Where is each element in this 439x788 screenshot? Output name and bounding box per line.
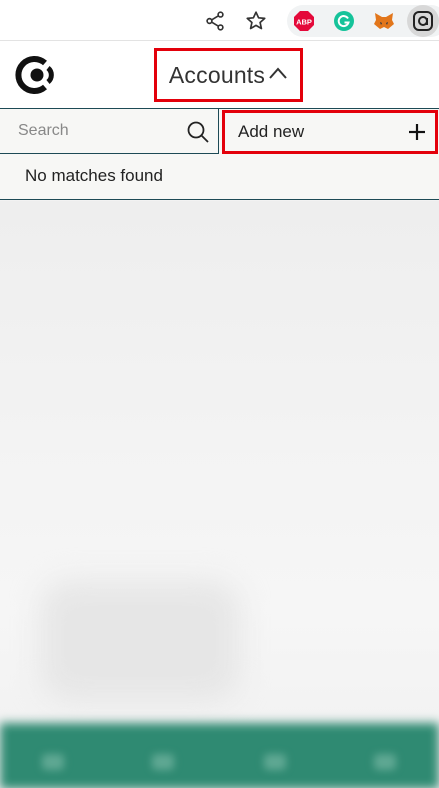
accounts-dropdown-panel: Add new No matches found — [0, 108, 439, 200]
search-icon[interactable] — [186, 120, 210, 144]
add-new-account-button[interactable]: Add new — [222, 110, 438, 154]
blurred-background — [0, 201, 439, 788]
extensions-group: ABP — [287, 5, 439, 37]
blurred-bottom-nav — [0, 723, 439, 788]
accounts-label: Accounts — [168, 61, 266, 88]
star-icon[interactable] — [244, 9, 268, 33]
add-new-label: Add new — [238, 122, 305, 141]
empty-results-message: No matches found — [25, 166, 163, 185]
wallet-extension-icon — [413, 11, 433, 31]
adblock-plus-icon[interactable]: ABP — [293, 10, 315, 32]
share-icon[interactable] — [204, 10, 226, 32]
wallet-logo-icon — [15, 56, 54, 94]
plus-icon — [409, 124, 425, 140]
browser-toolbar: ABP — [0, 0, 439, 41]
blurred-nav-icon — [374, 754, 396, 770]
metamask-icon[interactable] — [373, 10, 395, 32]
chevron-up-icon — [269, 67, 287, 79]
abp-label: ABP — [296, 18, 312, 27]
search-input[interactable] — [12, 117, 184, 145]
blurred-nav-icon — [42, 754, 64, 770]
accounts-dropdown-toggle[interactable]: Accounts — [154, 48, 303, 102]
wallet-header: Accounts — [0, 41, 439, 108]
grammarly-icon[interactable] — [333, 10, 355, 32]
blurred-nav-icon — [152, 754, 174, 770]
search-box — [0, 109, 219, 154]
blurred-nav-icon — [264, 754, 286, 770]
wallet-extension-button[interactable] — [407, 5, 439, 37]
blurred-shape — [40, 581, 240, 701]
